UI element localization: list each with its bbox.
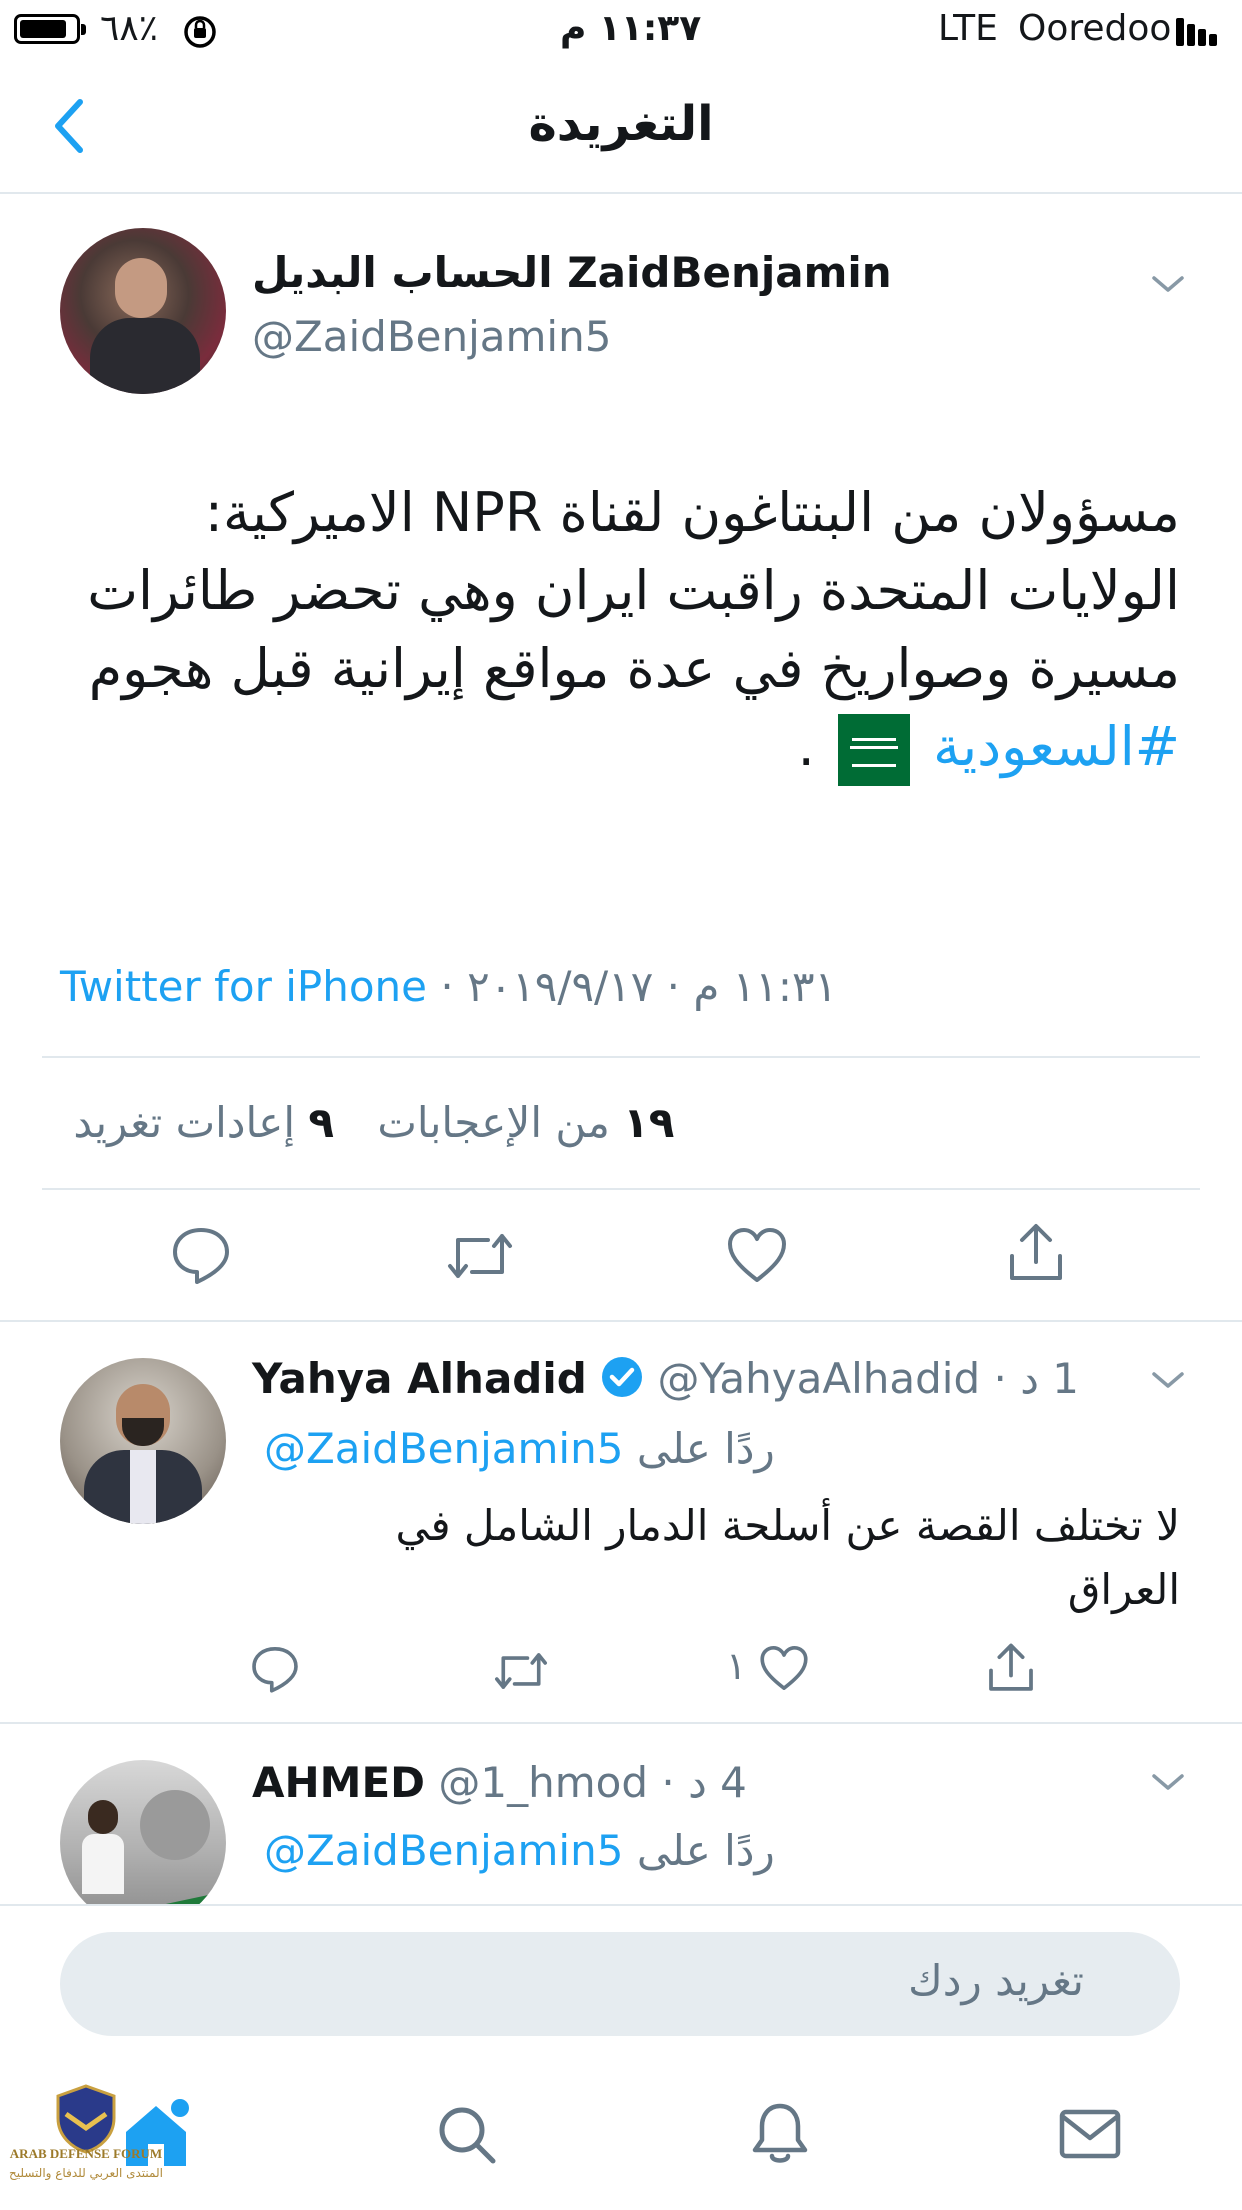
- tweet-meta: Twitter for iPhone · ٢٠١٩/٩/١٧ · ١١:٣١ م: [60, 962, 837, 1011]
- divider: [42, 1188, 1200, 1190]
- rotation-lock-icon: [182, 14, 218, 50]
- tweet-end-punct: .: [797, 715, 815, 778]
- share-button[interactable]: [1006, 1222, 1066, 1284]
- reply-retweet-button[interactable]: [492, 1648, 550, 1694]
- retweets-stat[interactable]: ٩ إعادات تغريد: [60, 1098, 334, 1147]
- reply-share-button[interactable]: [986, 1642, 1036, 1694]
- retweets-count: ٩: [308, 1098, 335, 1147]
- retweet-icon: [448, 1234, 512, 1278]
- heart-icon: [759, 1644, 809, 1701]
- source-client-link[interactable]: Twitter for iPhone: [60, 962, 427, 1011]
- top-nav-bar: التغريدة: [0, 62, 1242, 194]
- tweet-text-line: الولايات المتحدة راقبت ايران وهي تحضر طا…: [87, 559, 1180, 622]
- replying-to-line: @ZaidBenjamin5 ردًا على: [264, 1826, 775, 1875]
- reply-button[interactable]: [170, 1224, 232, 1286]
- section-divider: [0, 1722, 1242, 1724]
- tweet-text-line: مسؤولان من البنتاغون لقناة NPR الاميركية…: [204, 481, 1180, 544]
- status-bar: ٦٨٪ ١١:٣٧ م LTE Ooredoo: [0, 0, 1242, 62]
- heart-icon: [728, 1228, 786, 1282]
- clock: ١١:٣٧ م: [560, 8, 702, 49]
- reply-time: 4 د: [688, 1758, 747, 1807]
- likes-label: من الإعجابات: [377, 1098, 610, 1147]
- search-icon: [439, 2107, 496, 2164]
- page-title: التغريدة: [528, 96, 714, 152]
- replying-to-label: ردًا على: [636, 1826, 775, 1875]
- reply-menu-chevron[interactable]: [1150, 1770, 1186, 1794]
- tweet-text: مسؤولان من البنتاغون لقناة NPR الاميركية…: [60, 474, 1180, 787]
- reply-input-placeholder: تغريد ردك: [908, 1956, 1084, 2005]
- like-button[interactable]: [726, 1226, 788, 1284]
- tweet-time: ١١:٣١ م: [693, 962, 838, 1011]
- reply-text-line: لا تختلف القصة عن أسلحة الدمار الشامل في: [395, 1501, 1180, 1550]
- reply-icon: [173, 1228, 229, 1284]
- battery-icon: [14, 14, 90, 46]
- reply-like-button[interactable]: ١: [726, 1644, 809, 1701]
- tweet-menu-chevron[interactable]: [1150, 272, 1186, 296]
- tab-bar: [0, 2070, 1242, 2208]
- chevron-down-icon: [1152, 276, 1184, 292]
- reply-input[interactable]: تغريد ردك: [60, 1932, 1180, 2036]
- reply-avatar[interactable]: [60, 1358, 226, 1524]
- meta-separator: ·: [666, 962, 681, 1011]
- replying-to-handle[interactable]: @ZaidBenjamin5: [264, 1826, 623, 1875]
- retweet-button[interactable]: [444, 1228, 516, 1284]
- reply-icon: [252, 1647, 298, 1693]
- reply-header: AHMED @1_hmod · 4 د: [252, 1758, 747, 1807]
- signal-icon: [1176, 16, 1226, 46]
- saudi-flag-emoji-icon: [837, 714, 910, 787]
- share-icon: [1010, 1224, 1062, 1280]
- author-avatar[interactable]: [60, 228, 226, 394]
- chevron-down-icon: [1152, 1774, 1184, 1790]
- author-display-name[interactable]: الحساب البديل ZaidBenjamin: [252, 248, 892, 297]
- share-icon: [989, 1643, 1033, 1691]
- reply-header: Yahya Alhadid @YahyaAlhadid · 1 د: [252, 1354, 1079, 1409]
- reply-author-name[interactable]: AHMED: [252, 1758, 425, 1807]
- tweet-stats: ٩ إعادات تغريد ١٩ من الإعجابات: [60, 1098, 674, 1147]
- chevron-down-icon: [1152, 1372, 1184, 1388]
- shield-logo-icon: [54, 2084, 118, 2154]
- watermark-subtitle: المنتدى العربي للدفاع والتسليح: [9, 2166, 163, 2180]
- retweets-label: إعادات تغريد: [73, 1098, 296, 1147]
- reply-avatar[interactable]: [60, 1760, 226, 1926]
- bell-icon: [752, 2103, 808, 2163]
- reply-author-handle[interactable]: @1_hmod: [438, 1758, 648, 1807]
- tweet-date: ٢٠١٩/٩/١٧: [467, 962, 654, 1011]
- envelope-icon: [1059, 2109, 1121, 2159]
- forum-watermark: ARAB DEFENSE FORUM المنتدى العربي للدفاع…: [6, 2084, 166, 2204]
- verified-badge-icon: [600, 1355, 644, 1409]
- replying-to-line: @ZaidBenjamin5 ردًا على: [264, 1424, 775, 1473]
- reply-like-count: ١: [726, 1644, 747, 1688]
- replying-to-label: ردًا على: [636, 1424, 775, 1473]
- retweet-icon: [495, 1653, 547, 1689]
- battery-percent: ٦٨٪: [100, 8, 159, 49]
- meta-separator: ·: [661, 1758, 675, 1807]
- network-type: LTE: [938, 8, 998, 49]
- tab-search[interactable]: [436, 2104, 498, 2166]
- meta-separator: ·: [993, 1354, 1007, 1403]
- carrier-name: Ooredoo: [1018, 8, 1172, 49]
- reply-time: 1 د: [1020, 1354, 1079, 1403]
- section-divider: [0, 1320, 1242, 1322]
- likes-count: ١٩: [623, 1098, 675, 1147]
- meta-separator: ·: [440, 962, 454, 1011]
- tab-messages[interactable]: [1058, 2108, 1122, 2160]
- reply-text-line: العراق: [1067, 1565, 1180, 1614]
- hashtag-link[interactable]: #السعودية: [933, 715, 1180, 778]
- tab-notifications[interactable]: [750, 2100, 810, 2166]
- divider: [42, 1056, 1200, 1058]
- reply-menu-chevron[interactable]: [1150, 1368, 1186, 1392]
- tweet-text-line: مسيرة وصواريخ في عدة مواقع إيرانية قبل ه…: [88, 637, 1180, 700]
- reply-text: لا تختلف القصة عن أسلحة الدمار الشامل في…: [280, 1494, 1180, 1622]
- watermark-title: ARAB DEFENSE FORUM: [9, 2146, 163, 2161]
- author-handle[interactable]: @ZaidBenjamin5: [252, 312, 611, 361]
- reply-author-name[interactable]: Yahya Alhadid: [252, 1354, 587, 1403]
- reply-reply-button[interactable]: [250, 1644, 300, 1694]
- replying-to-handle[interactable]: @ZaidBenjamin5: [264, 1424, 623, 1473]
- reply-author-handle[interactable]: @YahyaAlhadid: [658, 1354, 981, 1403]
- likes-stat[interactable]: ١٩ من الإعجابات: [377, 1098, 674, 1147]
